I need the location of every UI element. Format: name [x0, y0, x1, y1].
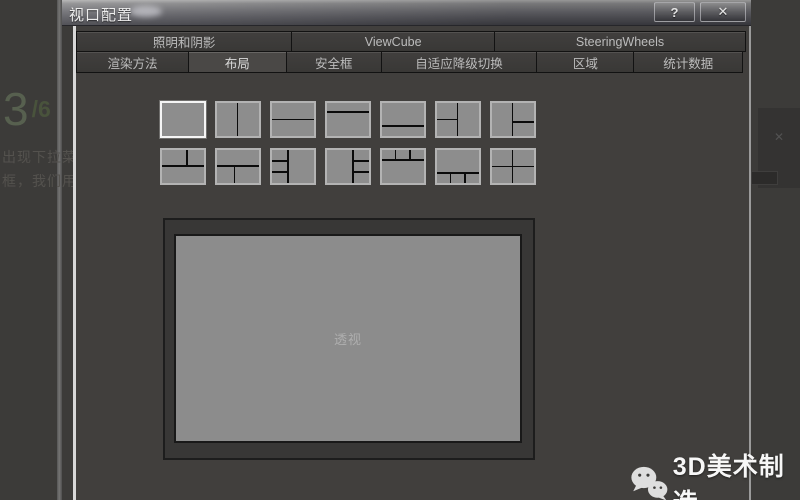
layout-pane — [272, 103, 314, 119]
layout-pane — [513, 150, 534, 166]
tab-区域[interactable]: 区域 — [536, 51, 635, 73]
dialog-titlebar[interactable]: 视口配置 ? ✕ — [62, 0, 751, 26]
layout-pane — [272, 150, 288, 160]
layout-pane — [437, 120, 457, 136]
layout-option-two-h-bottom-small[interactable] — [380, 101, 426, 138]
layout-preview-frame: 透视 — [163, 218, 535, 460]
layout-pane — [272, 161, 288, 172]
screen: { "background": { "page_indicator": { "c… — [0, 0, 800, 500]
layout-option-two-vertical[interactable] — [215, 101, 261, 138]
layout-pane — [513, 123, 534, 136]
tab-自适应降级切换[interactable]: 自适应降级切换 — [380, 51, 538, 73]
tab-安全框[interactable]: 安全框 — [285, 51, 382, 73]
page-number-total: /6 — [31, 96, 51, 122]
tab-统计数据[interactable]: 统计数据 — [633, 51, 743, 73]
layout-pane — [272, 120, 314, 136]
layout-pane — [437, 103, 457, 119]
dialog-body: 照明和阴影 ViewCube SteeringWheels 渲染方法 布局 安全框 自适应… — [73, 26, 751, 500]
layout-pane — [327, 113, 369, 136]
layout-pane — [382, 160, 424, 183]
background-close-icon: ✕ — [774, 130, 785, 144]
layout-pane — [513, 103, 534, 122]
viewport-label: 透视 — [333, 332, 362, 347]
tab-布局[interactable]: 布局 — [187, 51, 287, 73]
layout-option-four-equal[interactable] — [490, 148, 536, 185]
layout-pane — [353, 161, 369, 172]
layout-pane — [217, 103, 237, 136]
background-mini-button — [751, 171, 778, 185]
layout-pane — [327, 150, 353, 183]
layout-option-three-top-split[interactable] — [160, 148, 206, 185]
layout-pane — [162, 167, 204, 183]
tab-ViewCube[interactable]: ViewCube — [291, 31, 495, 52]
layout-pane — [492, 150, 512, 166]
tab-照明和阴影[interactable]: 照明和阴影 — [76, 31, 293, 52]
layout-option-single[interactable] — [160, 101, 206, 138]
layout-option-three-left-split[interactable] — [435, 101, 481, 138]
layout-pane — [382, 103, 424, 125]
layout-pane — [235, 167, 259, 183]
watermark-text: 3D美术制造 — [672, 453, 785, 500]
page-indicator: 3 /6 — [3, 84, 51, 134]
tab-渲染方法[interactable]: 渲染方法 — [76, 51, 189, 73]
tab-row-2: 渲染方法 布局 安全框 自适应降级切换 区域 统计数据 — [76, 51, 748, 73]
layout-pane — [437, 150, 479, 173]
layout-pane — [396, 150, 409, 159]
layout-pane — [162, 103, 204, 136]
layout-pane — [492, 103, 512, 136]
layout-pane — [465, 174, 479, 183]
layout-pane — [437, 174, 450, 183]
titlebar-sheen — [62, 0, 751, 25]
layout-pane — [353, 173, 369, 183]
layout-option-two-h-top-small[interactable] — [325, 101, 371, 138]
layout-pane — [382, 126, 424, 136]
layout-pane — [288, 150, 314, 183]
layout-pane — [327, 103, 369, 112]
layout-option-two-horizontal[interactable] — [270, 101, 316, 138]
layout-option-four-bottom-row[interactable] — [435, 148, 481, 185]
layout-pane — [238, 103, 259, 136]
layout-pane — [217, 150, 259, 166]
layout-option-three-bottom-split[interactable] — [215, 148, 261, 185]
layout-pane — [410, 150, 424, 159]
layout-pane — [451, 174, 464, 183]
layout-pane — [513, 167, 534, 183]
layout-pane — [353, 150, 369, 160]
tab-SteeringWheels[interactable]: SteeringWheels — [493, 31, 746, 52]
help-button[interactable]: ? — [654, 2, 695, 22]
watermark: 3D美术制造 — [630, 447, 800, 500]
layout-pane — [162, 150, 186, 166]
layout-option-four-right-stack[interactable] — [325, 148, 371, 185]
layout-thumbnails — [160, 101, 537, 185]
perspective-viewport-preview[interactable]: 透视 — [174, 234, 522, 443]
titlebar-highlight — [130, 6, 162, 17]
layout-option-three-right-split[interactable] — [490, 101, 536, 138]
wechat-icon — [631, 466, 668, 500]
tab-row-1: 照明和阴影 ViewCube SteeringWheels — [76, 31, 748, 52]
tab-strip: 照明和阴影 ViewCube SteeringWheels 渲染方法 布局 安全框 自适应… — [76, 31, 748, 73]
layout-pane — [492, 167, 512, 183]
layout-pane — [217, 167, 234, 183]
layout-option-four-left-stack[interactable] — [270, 148, 316, 185]
layout-pane — [458, 103, 479, 136]
layout-pane — [187, 150, 204, 166]
layout-option-four-top-row[interactable] — [380, 148, 426, 185]
page-number-current: 3 — [3, 83, 29, 135]
close-button[interactable]: ✕ — [700, 2, 746, 22]
dialog-title: 视口配置 — [69, 7, 134, 24]
layout-pane — [382, 150, 395, 159]
layout-pane — [272, 173, 288, 183]
viewport-configuration-dialog: 视口配置 ? ✕ 照明和阴影 ViewCube SteeringWheels 渲染方… — [62, 0, 751, 500]
